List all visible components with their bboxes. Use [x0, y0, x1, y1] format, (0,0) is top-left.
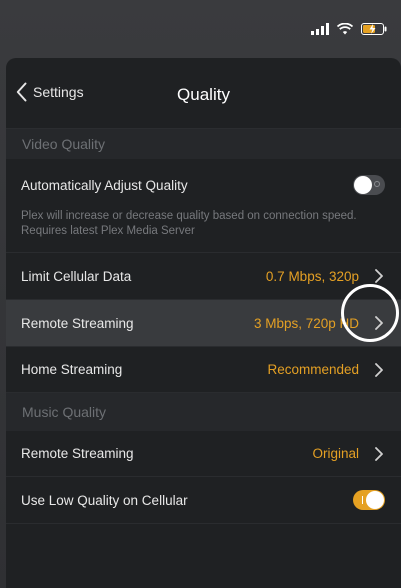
battery-charging-icon: [361, 23, 387, 35]
toggle-knob: [366, 491, 384, 509]
page-title: Quality: [177, 85, 230, 104]
limit-cellular-data-label: Limit Cellular Data: [21, 268, 132, 284]
music-quality-header: Music Quality: [6, 393, 401, 431]
home-streaming-label: Home Streaming: [21, 362, 123, 377]
auto-adjust-quality-description: Plex will increase or decrease quality b…: [21, 210, 357, 237]
nav-bar: Settings Quality: [6, 58, 401, 129]
video-remote-streaming-label: Remote Streaming: [21, 315, 134, 331]
signal-icon: [311, 23, 329, 35]
limit-cellular-data-row[interactable]: Limit Cellular Data 0.7 Mbps, 320p: [6, 253, 401, 300]
status-bar: [0, 0, 401, 58]
tap-indicator-ring: [341, 284, 399, 342]
wifi-icon: [337, 23, 353, 35]
low-quality-cellular-toggle[interactable]: [353, 490, 385, 510]
auto-adjust-quality-top: Automatically Adjust Quality: [21, 175, 385, 195]
low-quality-cellular-label: Use Low Quality on Cellular: [21, 492, 188, 508]
auto-adjust-quality-row: Automatically Adjust Quality Plex will i…: [6, 159, 401, 253]
auto-adjust-quality-label: Automatically Adjust Quality: [21, 177, 188, 193]
home-streaming-value: Recommended: [267, 362, 359, 377]
toggle-knob: [354, 176, 372, 194]
status-icons: [311, 23, 387, 35]
chevron-right-icon: [375, 446, 383, 461]
toggle-on-indicator: [362, 496, 363, 504]
low-quality-cellular-row: Use Low Quality on Cellular: [6, 477, 401, 524]
auto-adjust-quality-toggle[interactable]: [353, 175, 385, 195]
music-remote-streaming-value: Original: [312, 446, 359, 461]
chevron-right-icon: [375, 362, 383, 377]
music-remote-streaming-row[interactable]: Remote Streaming Original: [6, 431, 401, 477]
toggle-off-indicator: [374, 181, 380, 187]
music-remote-streaming-label: Remote Streaming: [21, 446, 134, 461]
chevron-right-icon: [375, 269, 383, 283]
settings-sheet: Settings Quality Video Quality Automatic…: [6, 58, 401, 588]
limit-cellular-data-value: 0.7 Mbps, 320p: [265, 268, 359, 284]
video-quality-header: Video Quality: [6, 129, 401, 159]
home-streaming-row[interactable]: Home Streaming Recommended: [6, 347, 401, 393]
